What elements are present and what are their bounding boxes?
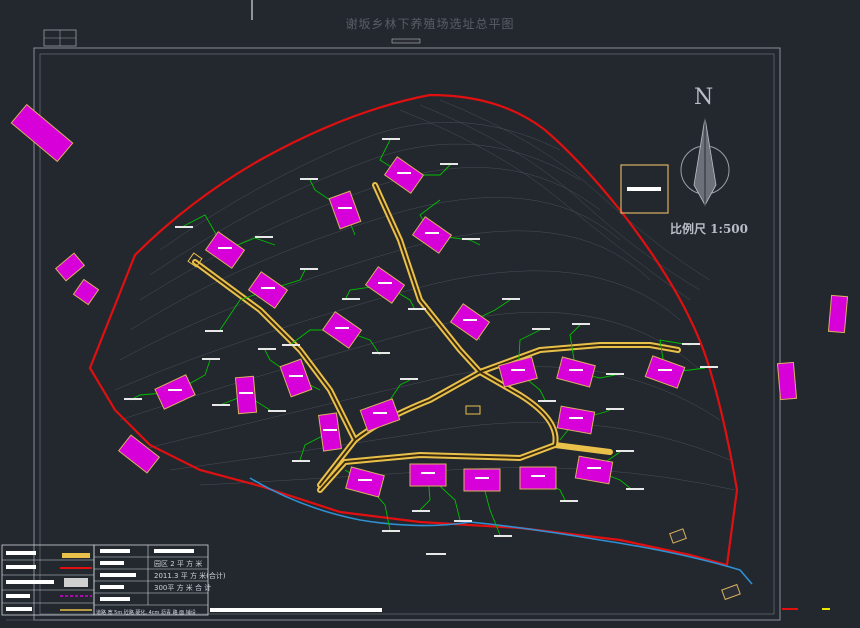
legend-note: 道路 宽 5m 砼路 硬化, 4cm 沥青 路 面 铺设 <box>96 610 196 616</box>
scale-bar <box>210 608 382 612</box>
scale-label: 比例尺 1:500 <box>670 222 749 236</box>
cad-drawing-canvas: 谢坂乡林下养殖场选址总平图 N 比例尺 1:500 园区 2 平 方 米 201… <box>0 0 860 628</box>
legend-row-1: 园区 2 平 方 米 <box>154 560 203 568</box>
drawing-frame <box>33 47 781 621</box>
north-arrow-icon <box>680 117 730 206</box>
site-plan-svg <box>1 0 849 621</box>
north-label: N <box>694 85 714 110</box>
legend-row-2: 2011.3 平 方 米(合计) <box>154 572 226 580</box>
inner-frame <box>39 53 775 615</box>
contour-lines <box>114 99 736 491</box>
gate-marker <box>465 405 481 415</box>
legend-row-3: 300平 方 米 合 计 <box>154 584 212 592</box>
title-underline <box>391 38 421 44</box>
drawing-title: 谢坂乡林下养殖场选址总平图 <box>345 17 515 31</box>
